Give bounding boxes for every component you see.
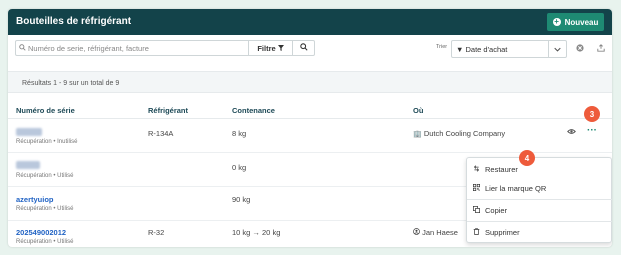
row-status: Récupération • Utilisé: [16, 239, 74, 245]
new-button-label: Nouveau: [564, 17, 599, 27]
menu-item-delete[interactable]: Supprimer: [467, 223, 612, 241]
menu-divider: [467, 221, 612, 222]
person-icon: [413, 228, 422, 237]
menu-item-copy-label: Copier: [485, 205, 508, 215]
trash-icon: [467, 227, 485, 237]
results-count: Résultats 1 - 9 sur un total de 9: [22, 80, 120, 87]
sort-select[interactable]: ▼ Date d'achat: [451, 40, 567, 58]
column-header-capacity[interactable]: Contenance: [232, 106, 275, 115]
menu-item-link-qr-label: Lier la marque QR: [485, 183, 547, 193]
row-serial-link[interactable]: azertyuiop: [16, 195, 54, 204]
table-header: Numéro de série Réfrigérant Contenance O…: [8, 104, 612, 119]
bottles-card: Bouteilles de réfrigérant + Nouveau Numé…: [8, 9, 612, 247]
row-serial-link[interactable]: 202549002012: [16, 228, 66, 237]
clear-icon[interactable]: [575, 43, 585, 53]
menu-item-restore-label: Restaurer: [485, 164, 518, 174]
sort-value: ▼ Date d'achat: [456, 44, 508, 54]
toolbar: Numéro de serie, réfrigérant, facture Fi…: [8, 35, 612, 61]
row-capacity: 10 kg → 20 kg: [232, 228, 281, 237]
row-refrigerant: R-134A: [148, 129, 174, 138]
menu-item-delete-label: Supprimer: [485, 227, 520, 237]
search-input[interactable]: Numéro de serie, réfrigérant, facture: [15, 40, 249, 56]
step-badge-4: 4: [519, 150, 535, 166]
chevron-down-icon: [548, 41, 566, 57]
column-header-refrigerant[interactable]: Réfrigérant: [148, 106, 188, 115]
filter-button[interactable]: Filtre: [249, 40, 293, 56]
sort-label: Trier: [436, 44, 448, 50]
plus-icon: +: [552, 17, 561, 26]
restore-icon: [467, 164, 485, 174]
row-status: Récupération • Utilisé: [16, 173, 74, 179]
row-location-text: Jan Haese: [422, 228, 458, 237]
row-capacity: 0 kg: [232, 163, 247, 172]
page-title: Bouteilles de réfrigérant: [16, 16, 132, 27]
qr-code-icon: [467, 183, 485, 193]
eye-icon[interactable]: [567, 128, 576, 137]
search-icon: [299, 43, 308, 53]
menu-divider: [467, 199, 612, 200]
results-bar: Résultats 1 - 9 sur un total de 9: [8, 71, 612, 93]
row-location-text: Dutch Cooling Company: [423, 129, 506, 138]
funnel-icon: [277, 44, 284, 53]
row-status: Récupération • Utilisé: [16, 206, 74, 212]
table-row[interactable]: Récupération • Inutilisé R-134A 8 kg 🏢 D…: [8, 120, 612, 153]
search-placeholder: Numéro de serie, réfrigérant, facture: [28, 43, 149, 53]
step-badge-3: 3: [584, 106, 600, 122]
row-refrigerant: R-32: [148, 228, 165, 237]
row-capacity: 8 kg: [232, 129, 247, 138]
row-location: 🏢 Dutch Cooling Company: [413, 129, 505, 138]
row-status: Récupération • Inutilisé: [16, 139, 78, 145]
export-icon[interactable]: [596, 43, 606, 53]
menu-item-restore[interactable]: Restaurer: [467, 160, 612, 178]
column-header-location[interactable]: Où: [413, 106, 423, 115]
row-location: Jan Haese: [413, 228, 458, 237]
menu-item-link-qr[interactable]: Lier la marque QR: [467, 179, 612, 197]
blurred-serial: [16, 161, 40, 169]
building-icon: 🏢: [413, 131, 422, 138]
row-actions-menu: Restaurer Lier la marque QR Copier Suppr…: [466, 157, 612, 243]
filter-label: Filtre: [257, 43, 276, 53]
new-button[interactable]: + Nouveau: [547, 13, 604, 31]
blurred-serial: [16, 128, 42, 136]
menu-item-copy[interactable]: Copier: [467, 201, 612, 219]
card-header: Bouteilles de réfrigérant + Nouveau: [8, 9, 612, 35]
more-actions-icon[interactable]: ···: [587, 125, 597, 136]
column-header-serial[interactable]: Numéro de série: [16, 106, 75, 115]
search-button[interactable]: [293, 40, 315, 56]
search-icon: [16, 43, 28, 53]
row-capacity: 90 kg: [232, 195, 251, 204]
copy-icon: [467, 205, 485, 215]
